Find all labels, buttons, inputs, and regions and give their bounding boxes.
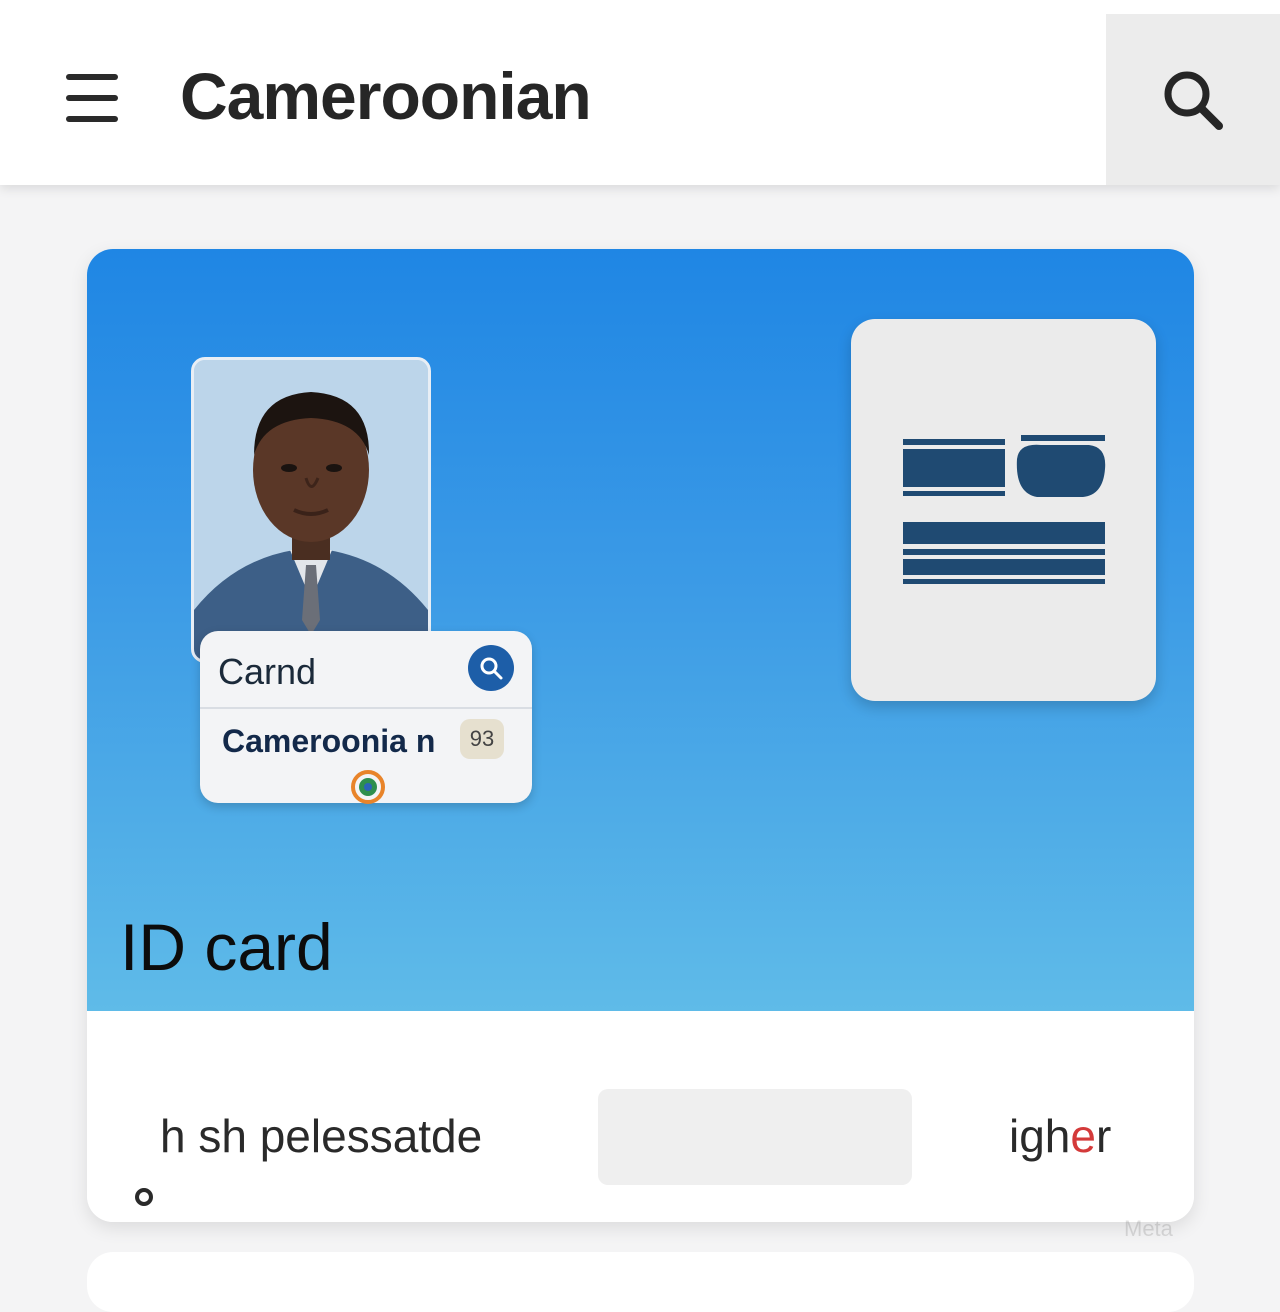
footer-action-link[interactable]: igher [1009,1109,1111,1163]
document-icon [903,435,1106,584]
footer-action-prefix: igh [1009,1110,1071,1162]
info-search-button[interactable] [468,645,514,691]
divider [200,707,532,709]
search-button[interactable] [1106,14,1280,185]
footer-input-field[interactable] [598,1089,912,1185]
next-card-peek[interactable] [87,1252,1194,1312]
document-preview[interactable] [851,319,1156,701]
info-panel-title: Carnd [218,651,317,692]
emblem-icon [351,770,385,804]
page-title: Cameroonian [180,59,592,133]
watermark: Meta [1124,1216,1173,1241]
hero-label: ID card [120,910,333,984]
card-hero: Carnd Cameroonia n 93 ID card [87,249,1194,1011]
app-bar: Cameroonian [0,0,1280,185]
footer-action-suffix: r [1095,1110,1112,1162]
id-info-panel[interactable]: Carnd Cameroonia n 93 [200,631,532,804]
footer-description: h sh pelessatde [160,1110,483,1162]
hamburger-menu-icon[interactable] [52,62,132,134]
radio-dot-icon[interactable] [134,1187,154,1207]
footer-action-accent: e [1070,1110,1096,1162]
info-badge: 93 [460,719,504,759]
search-icon [1164,71,1223,130]
search-icon [480,657,503,680]
info-panel-country: Cameroonia n [222,723,436,759]
id-card-tile[interactable]: Carnd Cameroonia n 93 ID card h sh peles… [87,249,1194,1222]
portrait-photo [191,357,431,663]
